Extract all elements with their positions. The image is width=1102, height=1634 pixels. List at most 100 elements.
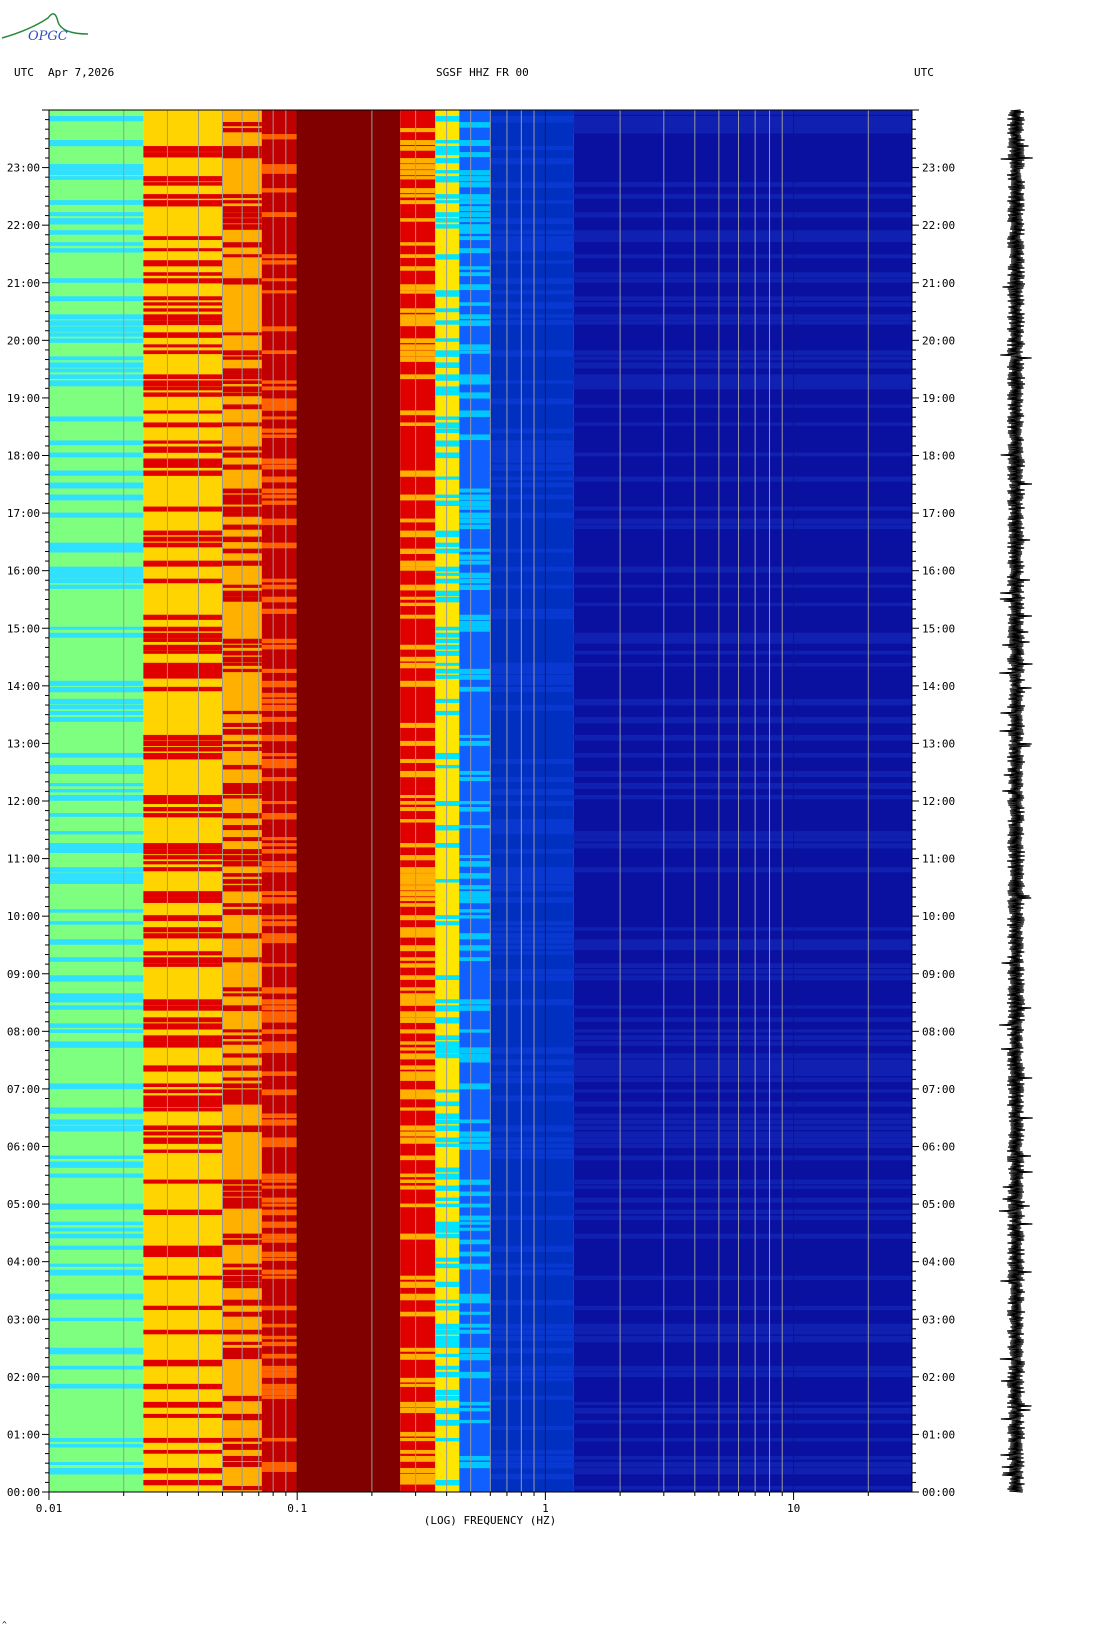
heatmap-stripe — [490, 1071, 574, 1077]
heatmap-stripe — [400, 266, 436, 271]
heatmap-stripe — [459, 1323, 491, 1328]
heatmap-stripe — [573, 1215, 912, 1221]
heatmap-stripe — [573, 362, 912, 369]
heatmap-stripe — [261, 518, 298, 526]
heatmap-stripe — [49, 1227, 144, 1232]
heatmap-stripe — [459, 1059, 491, 1063]
heatmap-stripe — [261, 1461, 298, 1469]
heatmap-stripe — [400, 758, 436, 763]
heatmap-stripe — [400, 200, 436, 205]
heatmap-stripe — [143, 542, 223, 548]
heatmap-stripe — [143, 458, 223, 465]
heatmap-stripe — [400, 1179, 436, 1184]
heatmap-band — [297, 110, 401, 1492]
heatmap-stripe — [261, 734, 298, 742]
heatmap-stripe — [435, 1329, 460, 1335]
y-tick-label-left: 11:00 — [7, 853, 40, 866]
heatmap-stripe — [261, 1233, 298, 1240]
heatmap-stripe — [435, 999, 460, 1004]
y-tick-label-right: 04:00 — [922, 1256, 955, 1269]
heatmap-stripe — [261, 428, 298, 433]
heatmap-stripe — [435, 290, 460, 297]
heatmap-stripe — [400, 584, 436, 591]
heatmap-stripe — [490, 1095, 574, 1102]
heatmap-stripe — [143, 410, 223, 414]
y-tick-label-right: 10:00 — [922, 910, 955, 923]
heatmap-stripe — [400, 1407, 436, 1414]
heatmap-stripe — [490, 446, 574, 453]
heatmap-stripe — [143, 801, 223, 805]
heatmap-stripe — [573, 380, 912, 387]
heatmap-stripe — [143, 320, 223, 326]
heatmap-stripe — [490, 1125, 574, 1132]
heatmap-stripe — [143, 302, 223, 306]
heatmap-stripe — [400, 1029, 436, 1034]
heatmap-stripe — [400, 1203, 436, 1208]
heatmap-stripe — [49, 680, 144, 686]
heatmap-stripe — [261, 698, 298, 704]
heatmap-stripe — [143, 194, 223, 199]
heatmap-stripe — [459, 560, 491, 565]
heatmap-stripe — [490, 1059, 574, 1066]
heatmap-stripe — [49, 752, 144, 758]
heatmap-stripe — [49, 1263, 144, 1267]
heatmap-stripe — [435, 170, 460, 174]
heatmap-stripe — [459, 302, 491, 306]
heatmap-stripe — [573, 386, 912, 390]
heatmap-stripe — [49, 566, 144, 573]
heatmap-stripe — [459, 314, 491, 319]
heatmap-stripe — [261, 290, 298, 294]
heatmap-stripe — [400, 338, 436, 344]
heatmap-stripe — [400, 740, 436, 746]
heatmap-stripe — [459, 1005, 491, 1011]
heatmap-stripe — [143, 650, 223, 654]
heatmap-stripe — [459, 873, 491, 879]
heatmap-stripe — [49, 626, 144, 630]
heatmap-stripe — [400, 254, 436, 258]
heatmap-stripe — [143, 374, 223, 380]
heatmap-stripe — [261, 1005, 298, 1011]
heatmap-stripe — [261, 801, 298, 805]
heatmap-stripe — [435, 1227, 460, 1233]
heatmap-stripe — [490, 1449, 574, 1455]
heatmap-stripe — [261, 1173, 298, 1180]
heatmap-stripe — [459, 524, 491, 530]
heatmap-stripe — [435, 308, 460, 313]
heatmap-stripe — [143, 897, 223, 903]
heatmap-stripe — [400, 1071, 436, 1078]
heatmap-stripe — [261, 1113, 298, 1119]
heatmap-stripe — [435, 1113, 460, 1120]
heatmap-stripe — [435, 1035, 460, 1041]
heatmap-stripe — [459, 999, 491, 1005]
heatmap-stripe — [261, 668, 298, 673]
heatmap-stripe — [435, 1233, 460, 1239]
heatmap-stripe — [143, 350, 223, 355]
heatmap-stripe — [435, 374, 460, 381]
heatmap-stripe — [435, 1101, 460, 1107]
heatmap-stripe — [573, 975, 912, 981]
heatmap-stripe — [573, 182, 912, 187]
heatmap-stripe — [435, 662, 460, 666]
heatmap-stripe — [143, 152, 223, 158]
heatmap-stripe — [143, 332, 223, 338]
heatmap-stripe — [490, 776, 574, 783]
heatmap-stripe — [49, 1269, 144, 1276]
heatmap-stripe — [490, 1347, 574, 1354]
heatmap-stripe — [573, 1137, 912, 1144]
y-tick-label-right: 11:00 — [922, 853, 955, 866]
heatmap-stripe — [459, 668, 491, 675]
heatmap-stripe — [49, 470, 144, 476]
heatmap-stripe — [459, 374, 491, 381]
heatmap-stripe — [459, 434, 491, 441]
heatmap-stripe — [490, 686, 574, 693]
heatmap-stripe — [49, 1119, 144, 1125]
heatmap-stripe — [459, 1293, 491, 1301]
heatmap-stripe — [435, 1305, 460, 1311]
y-tick-label-right: 01:00 — [922, 1428, 955, 1441]
heatmap-stripe — [49, 296, 144, 302]
heatmap-stripe — [261, 1143, 298, 1148]
heatmap-stripe — [490, 512, 574, 519]
heatmap-stripe — [435, 428, 460, 434]
heatmap-stripe — [143, 1065, 223, 1072]
heatmap-stripe — [435, 1437, 460, 1442]
